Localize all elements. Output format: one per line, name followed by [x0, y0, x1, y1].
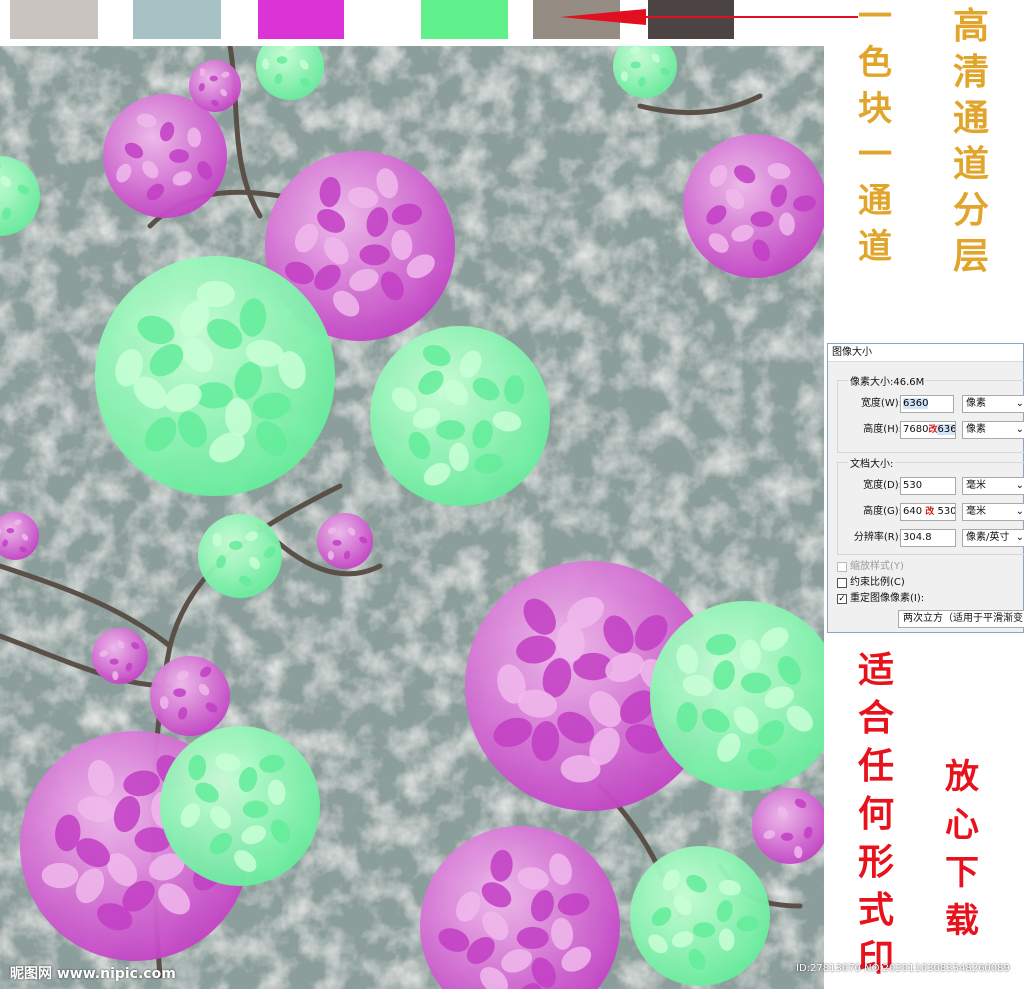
doc-height-value: 530: [937, 506, 956, 517]
floral-pattern-image: [0, 46, 824, 989]
side-text-char: 形: [858, 841, 895, 883]
constrain-proportions-checkbox[interactable]: 约束比例(C): [837, 576, 905, 589]
pixel-width-label: 宽度(W):: [860, 398, 902, 409]
hydrangea-green: [95, 256, 335, 496]
side-text-char: 适: [858, 649, 895, 691]
side-text-char: 下: [945, 853, 979, 893]
resolution-label: 分辨率(R):: [853, 532, 902, 543]
side-text-char: 载: [945, 901, 979, 941]
hydrangea-magenta: [92, 628, 148, 684]
pixel-height-old-value: 7680: [903, 424, 929, 435]
side-text-char: 通: [953, 97, 990, 139]
image-size-dialog: 图像大小 像素大小:46.6M 宽度(W): 6360 像素 ⌄ 高度(H): 7…: [827, 343, 1024, 633]
doc-width-input[interactable]: 530: [900, 477, 956, 495]
side-text-char: 层: [953, 235, 990, 277]
edit-mark: 改: [925, 507, 935, 517]
screenshot-root: 一色块一通道 高清通道分层 适合任何形式印 放心下载 图像大小 像素大小:46.…: [0, 0, 1024, 989]
chevron-down-icon: ⌄: [1015, 506, 1024, 517]
resolution-value: 304.8: [903, 532, 932, 543]
doc-width-value: 530: [903, 480, 923, 491]
watermark-site: 昵图网 www.nipic.com: [10, 966, 176, 982]
doc-height-input[interactable]: 640 改 530: [900, 503, 956, 521]
side-text-char: 心: [945, 805, 979, 845]
doc-width-label: 宽度(D):: [863, 480, 902, 491]
checkbox-icon: [837, 561, 847, 572]
pixel-width-input[interactable]: 6360: [900, 395, 954, 413]
doc-height-unit: 毫米: [966, 506, 986, 517]
resample-label: 重定图像像素(I):: [850, 593, 925, 604]
pixel-height-input[interactable]: 7680改6360: [900, 421, 956, 439]
pixel-height-unit-select[interactable]: 像素 ⌄: [962, 421, 1024, 439]
pixel-width-unit: 像素: [966, 398, 986, 409]
hydrangea-green: [160, 726, 320, 886]
side-text-char: 分: [953, 189, 990, 231]
document-size-group: 文档大小: 宽度(D): 530 毫米 ⌄ 高度(G): 640 改 530 毫米…: [837, 455, 1024, 555]
chevron-down-icon: ⌄: [1015, 532, 1024, 543]
side-text-char: 放: [945, 757, 979, 797]
resample-method: 两次立方（适用于平滑渐变: [903, 613, 1023, 624]
side-text-char: 清: [953, 51, 990, 93]
color-swatch-1: [10, 0, 98, 39]
hydrangea-magenta: [317, 513, 373, 569]
chevron-down-icon: ⌄: [1015, 398, 1024, 409]
pixel-width-value: 6360: [903, 398, 929, 409]
side-text-download: 放心下载: [945, 760, 979, 938]
dialog-title: 图像大小: [828, 344, 1023, 362]
scale-styles-checkbox[interactable]: 缩放样式(Y): [837, 560, 904, 573]
doc-height-label: 高度(G):: [863, 506, 902, 517]
doc-width-unit-select[interactable]: 毫米 ⌄: [962, 477, 1024, 495]
color-swatch-3: [258, 0, 344, 39]
watermark-id: ID:27813070 NO:20201103083348260089: [796, 963, 1010, 974]
side-text-print-suitable: 适合任何形式印: [858, 652, 894, 976]
hydrangea-green: [630, 846, 770, 986]
side-text-color-channel: 一色块一通道: [858, 0, 892, 264]
side-text-char: 合: [858, 697, 895, 739]
pixel-width-unit-select[interactable]: 像素 ⌄: [962, 395, 1024, 413]
side-text-char: 一: [858, 135, 892, 175]
doc-width-unit: 毫米: [966, 480, 986, 491]
side-text-char: 道: [953, 143, 990, 185]
color-swatch-4: [421, 0, 508, 39]
resample-checkbox[interactable]: ✓ 重定图像像素(I):: [837, 592, 924, 605]
side-text-char: 任: [858, 745, 895, 787]
constrain-label: 约束比例(C): [850, 577, 905, 588]
side-text-char: 式: [858, 889, 895, 931]
hydrangea-green: [370, 326, 550, 506]
doc-height-old-value: 640: [903, 506, 923, 517]
resolution-input[interactable]: 304.8: [900, 529, 956, 547]
red-arrow-icon: [560, 9, 858, 25]
pixel-size-group: 像素大小:46.6M 宽度(W): 6360 像素 ⌄ 高度(H): 7680改6…: [837, 373, 1024, 453]
pixel-height-value: 6360: [937, 424, 955, 435]
pixel-height-label: 高度(H):: [863, 424, 902, 435]
side-text-char: 色: [858, 43, 892, 83]
resolution-unit: 像素/英寸: [966, 532, 1010, 543]
hydrangea-green: [198, 514, 282, 598]
hydrangea-magenta: [683, 134, 824, 278]
pixel-height-unit: 像素: [966, 424, 986, 435]
resolution-unit-select[interactable]: 像素/英寸 ⌄: [962, 529, 1024, 547]
hydrangea-magenta: [103, 94, 227, 218]
side-text-char: 道: [858, 227, 892, 267]
side-text-char: 高: [953, 5, 990, 47]
checkmark-icon: ✓: [837, 593, 847, 604]
doc-height-unit-select[interactable]: 毫米 ⌄: [962, 503, 1024, 521]
pixel-size-label: 像素大小:46.6M: [848, 373, 927, 388]
document-size-label: 文档大小:: [848, 455, 896, 470]
hydrangea-magenta: [189, 60, 241, 112]
side-text-char: 块: [858, 89, 892, 129]
chevron-down-icon: ⌄: [1015, 480, 1024, 491]
side-text-hd-layers: 高清通道分层: [953, 8, 989, 274]
side-text-char: 何: [858, 793, 895, 835]
chevron-down-icon: ⌄: [1015, 424, 1024, 435]
hydrangea-magenta: [150, 656, 230, 736]
color-swatch-2: [133, 0, 221, 39]
checkbox-icon: [837, 577, 847, 588]
scale-styles-label: 缩放样式(Y): [850, 561, 904, 572]
side-text-char: 通: [858, 181, 892, 221]
side-text-char: 一: [858, 0, 892, 37]
resample-method-select[interactable]: 两次立方（适用于平滑渐变: [898, 610, 1024, 628]
